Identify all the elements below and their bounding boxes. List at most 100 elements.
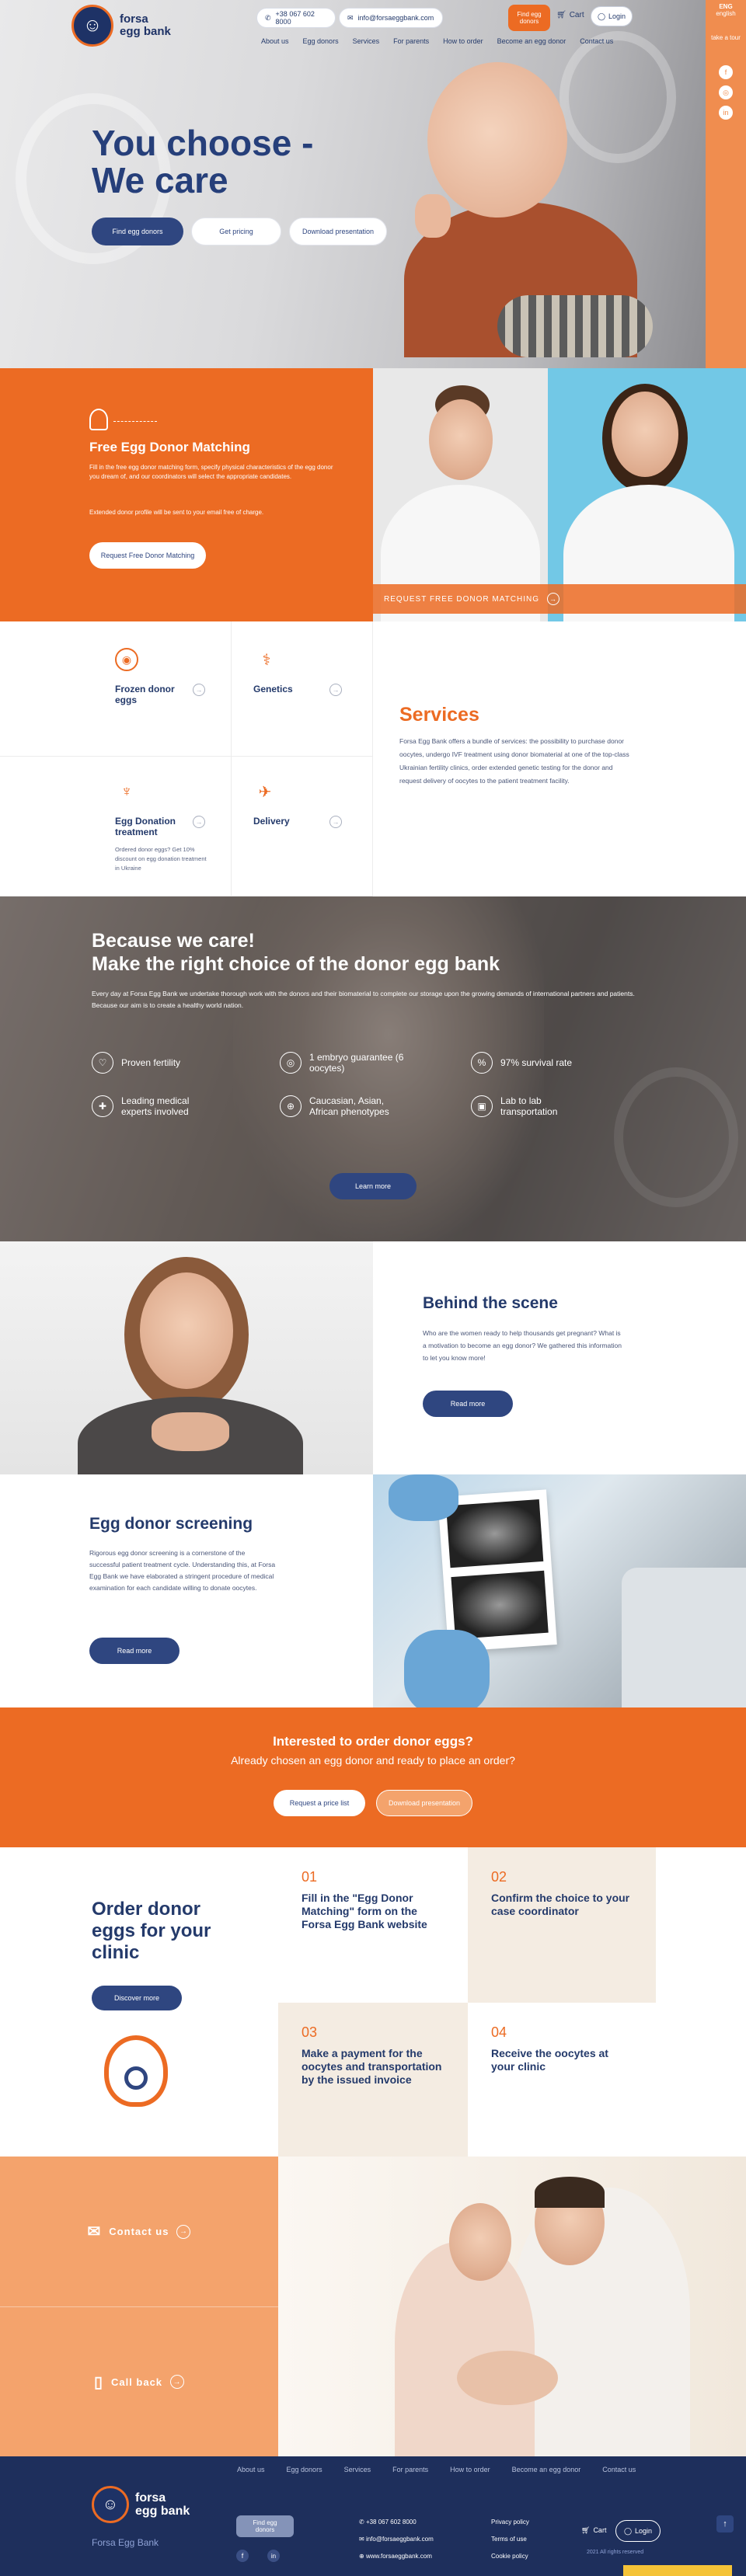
arrow-right-icon[interactable]: → <box>329 816 342 828</box>
interest-title: Interested to order donor eggs? <box>273 1734 473 1749</box>
footer-nav-about[interactable]: About us <box>237 2466 265 2473</box>
footer-nav-contact[interactable]: Contact us <box>602 2466 636 2473</box>
cookie-link[interactable]: Cookie policy <box>491 2553 528 2560</box>
screening-title: Egg donor screening <box>89 1515 253 1533</box>
screening-read-more-button[interactable]: Read more <box>89 1638 180 1664</box>
user-icon: ◯ <box>597 12 606 20</box>
download-presentation-button-2[interactable]: Download presentation <box>376 1790 472 1816</box>
header-find-donors-button[interactable]: Find egg donors <box>508 5 550 31</box>
nav-about[interactable]: About us <box>261 37 289 45</box>
service-card-delivery[interactable]: ✈ Delivery → <box>232 757 373 896</box>
footer-logo[interactable]: ☺ forsa egg bank <box>92 2486 190 2523</box>
matching-dash <box>113 421 157 422</box>
matching-section: Free Egg Donor Matching Fill in the free… <box>0 368 373 621</box>
linkedin-icon[interactable]: in <box>719 106 733 120</box>
footer-nav-how-to-order[interactable]: How to order <box>450 2466 490 2473</box>
terms-link[interactable]: Terms of use <box>491 2536 527 2543</box>
request-price-list-button[interactable]: Request a price list <box>274 1790 365 1816</box>
learn-more-button[interactable]: Learn more <box>329 1173 417 1199</box>
request-bar-label: REQUEST FREE DONOR MATCHING <box>384 594 539 604</box>
service-name: Delivery <box>253 816 290 827</box>
percent-icon: % <box>471 1052 493 1074</box>
service-note: Ordered donor eggs? Get 10% discount on … <box>115 846 207 872</box>
footer-nav-egg-donors[interactable]: Egg donors <box>287 2466 322 2473</box>
footer-linkedin-icon[interactable]: in <box>267 2550 280 2562</box>
call-back-label: Call back <box>110 2376 163 2388</box>
doctor-icon: ✚ <box>92 1095 113 1117</box>
user-icon: ◯ <box>623 2526 633 2535</box>
service-card-genetics[interactable]: ⚕ Genetics → <box>232 621 373 757</box>
ultrasound-machine <box>622 1568 746 1707</box>
service-card-frozen[interactable]: ◉ Frozen donor eggs → <box>0 621 232 757</box>
phone-link[interactable]: ✆ +38 067 602 8000 <box>256 8 336 28</box>
arrow-right-icon[interactable]: → <box>193 816 205 828</box>
logo-text: forsa egg bank <box>120 13 171 38</box>
feature-label: Proven fertility <box>121 1057 181 1068</box>
contact-us-block[interactable]: ✉ Contact us → <box>0 2157 278 2307</box>
order-step-4: 04 Receive the oocytes at your clinic <box>468 2003 656 2157</box>
request-matching-button[interactable]: Request Free Donor Matching <box>89 542 206 569</box>
call-back-block[interactable]: ▯ Call back → <box>0 2307 278 2456</box>
step-number: 03 <box>302 2024 318 2040</box>
footer-nav: About us Egg donors Services For parents… <box>237 2466 636 2473</box>
nav-how-to-order[interactable]: How to order <box>443 37 483 45</box>
footer-nav-parents[interactable]: For parents <box>392 2466 428 2473</box>
mother-face <box>449 2203 511 2281</box>
arrow-right-icon[interactable]: → <box>329 684 342 696</box>
footer-site[interactable]: ⊕ www.forsaeggbank.com <box>359 2553 432 2560</box>
behind-read-more-button[interactable]: Read more <box>423 1391 513 1417</box>
step-text: Confirm the choice to your case coordina… <box>491 1892 630 1917</box>
instagram-icon[interactable]: ◎ <box>719 85 733 99</box>
logo[interactable]: ☺ forsa egg bank <box>71 5 171 47</box>
footer-find-donors-button[interactable]: Find egg donors <box>236 2515 294 2537</box>
facebook-icon[interactable]: f <box>719 65 733 79</box>
order-title: Order donor eggs for your clinic <box>92 1899 211 1963</box>
feature-survival: % 97% survival rate <box>471 1052 642 1074</box>
footer-email[interactable]: ✉ info@forsaeggbank.com <box>359 2536 434 2543</box>
footer-login-label: Login <box>635 2527 653 2535</box>
download-presentation-button[interactable]: Download presentation <box>289 218 387 245</box>
footer-cart[interactable]: 🛒︎ Cart <box>581 2526 606 2535</box>
get-pricing-button[interactable]: Get pricing <box>191 218 281 245</box>
discover-more-button[interactable]: Discover more <box>92 1986 182 2010</box>
nav-become-donor[interactable]: Become an egg donor <box>497 37 566 45</box>
logo-emblem-icon: ☺ <box>71 5 113 47</box>
arrow-right-icon[interactable]: → <box>193 684 205 696</box>
cookie-bar[interactable] <box>623 2565 732 2576</box>
scroll-top-button[interactable]: ↑ <box>716 2515 734 2532</box>
footer-login-button[interactable]: ◯ Login <box>615 2520 661 2542</box>
nav-for-parents[interactable]: For parents <box>393 37 429 45</box>
find-egg-donors-button[interactable]: Find egg donors <box>92 218 183 245</box>
footer-nav-services[interactable]: Services <box>344 2466 371 2473</box>
footer-nav-become-donor[interactable]: Become an egg donor <box>512 2466 581 2473</box>
cart-link[interactable]: 🛒︎ Cart <box>556 11 584 19</box>
footer-facebook-icon[interactable]: f <box>236 2550 249 2562</box>
feature-embryo: ◎ 1 embryo guarantee (6 oocytes) <box>280 1052 451 1074</box>
site-header: ☺ forsa egg bank ✆ +38 067 602 8000 ✉ info… <box>0 0 746 54</box>
hero-title-line2: We care <box>92 160 228 200</box>
request-matching-bar[interactable]: REQUEST FREE DONOR MATCHING → <box>373 584 746 614</box>
contact-us-label: Contact us <box>109 2226 169 2237</box>
step-text: Fill in the "Egg Donor Matching" form on… <box>302 1892 427 1930</box>
globe-icon: ⊕ <box>280 1095 302 1117</box>
footer-logo-emblem-icon: ☺ <box>92 2486 129 2523</box>
baby-legs <box>497 295 653 357</box>
step-number: 02 <box>491 1869 507 1885</box>
nav-contact[interactable]: Contact us <box>580 37 613 45</box>
logo-line1: forsa <box>120 12 148 26</box>
interest-subtitle: Already chosen an egg donor and ready to… <box>231 1754 515 1767</box>
mail-icon: ✉ <box>87 2223 102 2240</box>
service-card-treatment[interactable]: ♆ Egg Donation treatment Ordered donor e… <box>0 757 232 896</box>
care-title-line1: Because we care! <box>92 930 255 952</box>
nav-egg-donors[interactable]: Egg donors <box>303 37 339 45</box>
footer-phone[interactable]: ✆ +38 067 602 8000 <box>359 2519 417 2526</box>
email-link[interactable]: ✉ info@forsaeggbank.com <box>339 8 443 28</box>
login-button[interactable]: ◯ Login <box>591 6 633 26</box>
services-title: Services <box>399 704 479 726</box>
order-step-1: 01 Fill in the "Egg Donor Matching" form… <box>278 1847 468 2003</box>
order-step-2: 02 Confirm the choice to your case coord… <box>468 1847 656 2003</box>
nav-services[interactable]: Services <box>353 37 380 45</box>
feature-fertility: ♡ Proven fertility <box>92 1052 263 1074</box>
privacy-link[interactable]: Privacy policy <box>491 2519 529 2526</box>
footer-site-text: www.forsaeggbank.com <box>365 2553 432 2560</box>
